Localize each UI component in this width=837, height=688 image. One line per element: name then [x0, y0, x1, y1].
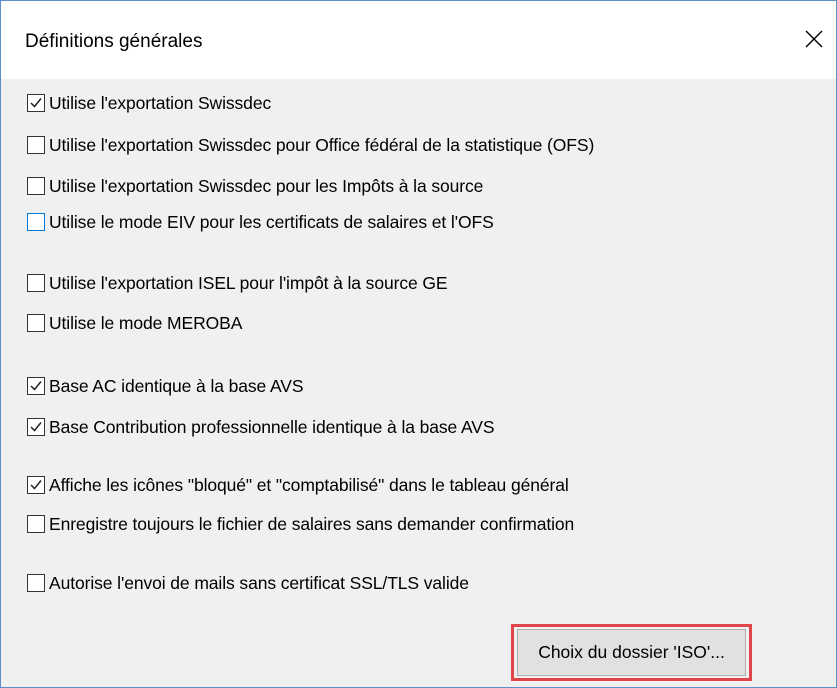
option-label: Base AC identique à la base AVS — [49, 375, 304, 396]
option-checkbox-row[interactable]: Utilise le mode MEROBA — [27, 311, 242, 335]
checkbox-unchecked[interactable] — [27, 515, 45, 533]
option-label: Utilise l'exportation ISEL pour l'impôt … — [49, 272, 448, 293]
checkbox-checked[interactable] — [27, 476, 45, 494]
option-label: Utilise l'exportation Swissdec pour les … — [49, 175, 484, 196]
option-checkbox-row[interactable]: Utilise l'exportation Swissdec — [27, 91, 271, 115]
checkmark-icon — [30, 480, 42, 490]
checkbox-unchecked[interactable] — [27, 274, 45, 292]
checkbox-unchecked[interactable] — [27, 314, 45, 332]
checkbox-unchecked[interactable] — [27, 136, 45, 154]
title-bar: Définitions générales — [1, 1, 836, 79]
dialog-title: Définitions générales — [25, 31, 203, 52]
checkmark-icon — [30, 381, 42, 391]
option-checkbox-row[interactable]: Utilise l'exportation Swissdec pour les … — [27, 174, 483, 198]
option-label: Enregistre toujours le fichier de salair… — [49, 513, 575, 534]
checkbox-unchecked[interactable] — [27, 574, 45, 592]
option-label: Utilise le mode EIV pour les certificats… — [49, 211, 494, 232]
option-checkbox-row[interactable]: Affiche les icônes "bloqué" et "comptabi… — [27, 473, 569, 497]
option-checkbox-row[interactable]: Base AC identique à la base AVS — [27, 374, 304, 398]
option-checkbox-row[interactable]: Autorise l'envoi de mails sans certifica… — [27, 571, 469, 595]
option-label: Utilise l'exportation Swissdec — [49, 92, 272, 113]
close-icon — [805, 30, 823, 48]
option-label: Affiche les icônes "bloqué" et "comptabi… — [49, 474, 569, 495]
checkbox-unchecked[interactable] — [27, 177, 45, 195]
option-label: Utilise le mode MEROBA — [49, 312, 243, 333]
checkmark-icon — [30, 422, 42, 432]
checkmark-icon — [30, 98, 42, 108]
checkbox-checked[interactable] — [27, 377, 45, 395]
option-checkbox-row[interactable]: Utilise l'exportation Swissdec pour Offi… — [27, 133, 594, 157]
option-checkbox-row[interactable]: Utilise le mode EIV pour les certificats… — [27, 210, 494, 234]
option-label: Base Contribution professionnelle identi… — [49, 416, 495, 437]
checkbox-unchecked[interactable] — [27, 213, 45, 231]
option-label: Autorise l'envoi de mails sans certifica… — [49, 572, 469, 593]
checkbox-checked[interactable] — [27, 94, 45, 112]
dialog-window: Définitions générales Utilise l'exportat… — [0, 0, 837, 688]
option-checkbox-row[interactable]: Base Contribution professionnelle identi… — [27, 415, 494, 439]
close-button[interactable] — [792, 17, 836, 61]
iso-folder-button[interactable]: Choix du dossier 'ISO'... — [517, 629, 746, 676]
checkbox-checked[interactable] — [27, 418, 45, 436]
option-checkbox-row[interactable]: Utilise l'exportation ISEL pour l'impôt … — [27, 271, 448, 295]
option-label: Utilise l'exportation Swissdec pour Offi… — [49, 134, 595, 155]
option-checkbox-row[interactable]: Enregistre toujours le fichier de salair… — [27, 512, 574, 536]
